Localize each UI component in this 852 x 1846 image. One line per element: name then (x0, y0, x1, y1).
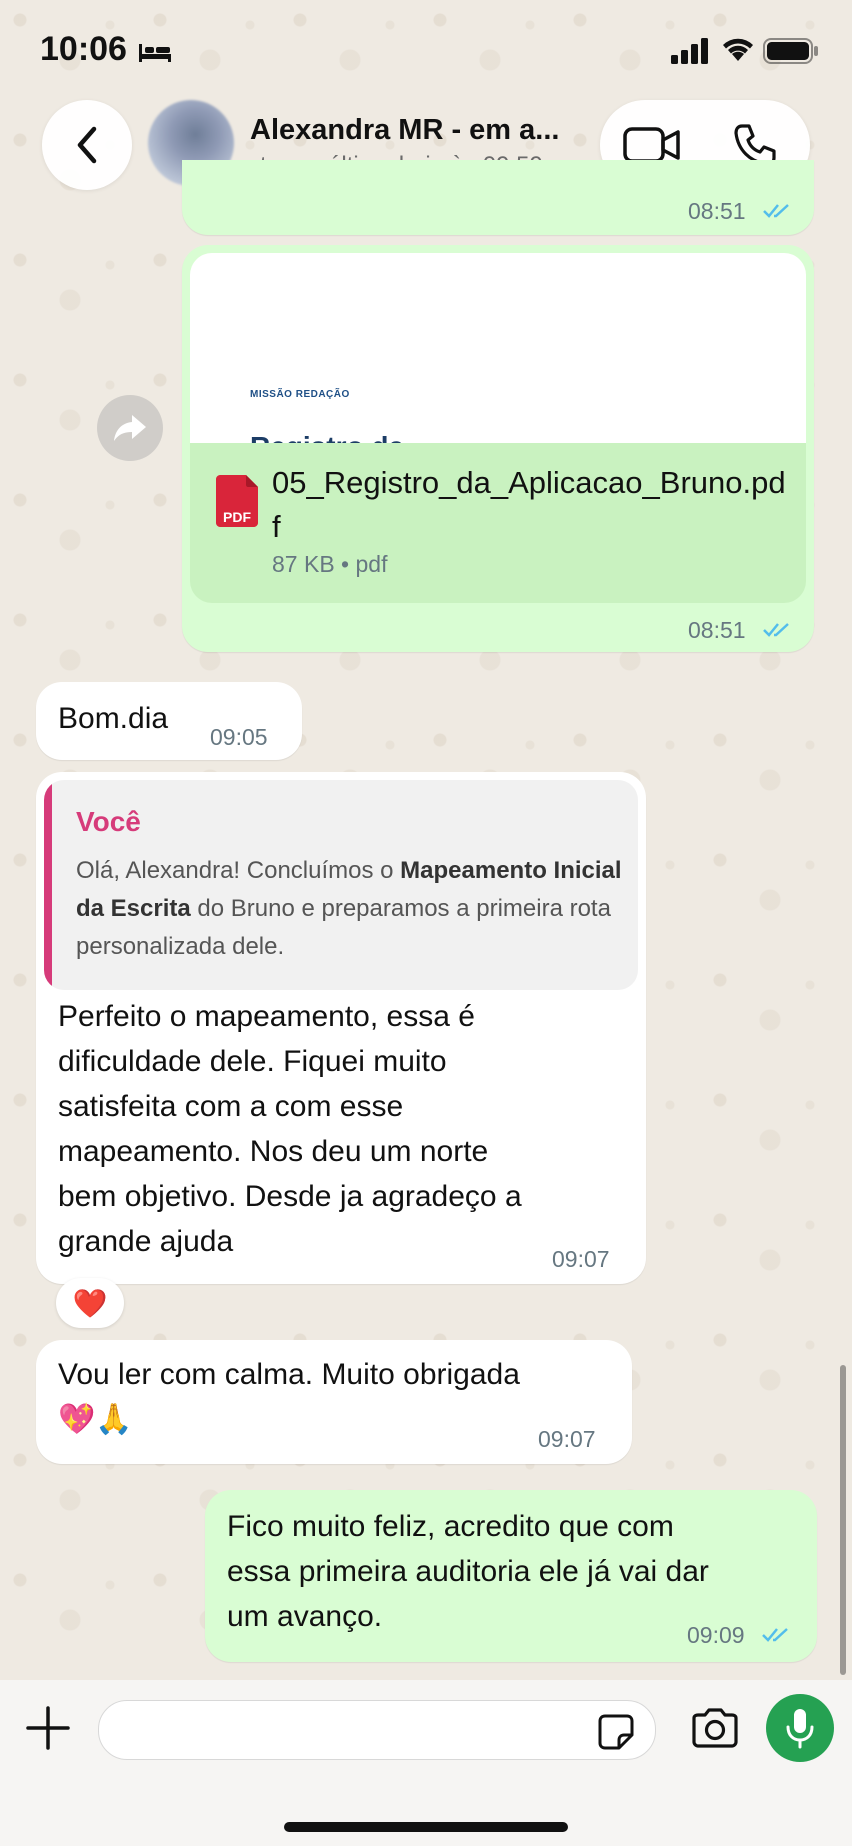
cellular-signal-icon (671, 38, 708, 64)
document-file-meta: 87 KB • pdf (272, 551, 388, 577)
message-time: 09:07 (538, 1426, 596, 1452)
document-preview[interactable]: MISSÃO REDAÇÃO Registro da (190, 253, 806, 449)
document-file-name: 05_Registro_da_Aplicacao_Bru­no.pdf (272, 465, 786, 544)
sticker-icon (598, 1714, 634, 1750)
video-call-icon (623, 127, 680, 163)
microphone-icon (786, 1709, 814, 1749)
message-composer (0, 1680, 852, 1846)
read-receipt-icon (763, 623, 789, 637)
message-text: Fico muito feliz, acredito que com essa … (227, 1510, 709, 1633)
quote-author: Você (76, 806, 141, 837)
message-time: 09:07 (552, 1246, 610, 1272)
message-time: 08:51 (688, 198, 746, 224)
incoming-message-bubble[interactable]: Bom.dia 09:05 (36, 682, 302, 760)
scrollbar[interactable] (840, 1365, 846, 1675)
forward-arrow-icon (114, 415, 146, 441)
message-input[interactable] (123, 1713, 577, 1746)
message-text: Perfeito o mapeamento, essa é dificuldad… (58, 1000, 522, 1258)
home-indicator[interactable] (284, 1822, 568, 1832)
message-text: Bom.dia (58, 702, 169, 735)
status-bar: 10:06 (0, 0, 852, 100)
document-info[interactable]: PDF 05_Registro_da_Aplicacao_Bru­no.pdf … (190, 443, 806, 603)
message-text: Vou ler com calma. Muito obrigada 💖🙏 (58, 1358, 520, 1436)
document-message-bubble[interactable]: MISSÃO REDAÇÃO Registro da PDF 05_Regist… (182, 245, 814, 652)
message-time: 09:05 (210, 724, 268, 750)
read-receipt-icon (763, 204, 789, 218)
message-time: 08:51 (688, 617, 746, 643)
message-time: 09:09 (687, 1622, 745, 1648)
bed-icon (139, 44, 171, 62)
camera-icon (692, 1708, 738, 1748)
outgoing-message-bubble[interactable]: Fico muito feliz, acredito que com essa … (205, 1490, 817, 1662)
battery-icon (763, 38, 818, 64)
status-clock: 10:06 (40, 30, 127, 68)
sticker-button[interactable] (597, 1713, 635, 1755)
pdf-badge-label: PDF (223, 509, 251, 525)
attach-button[interactable] (24, 1704, 72, 1752)
camera-button[interactable] (690, 1708, 740, 1752)
heart-reaction[interactable]: ❤️ (56, 1278, 124, 1328)
incoming-reply-bubble[interactable]: Você Olá, Alexandra! Concluímos o Mapeam… (36, 772, 646, 1284)
microphone-button[interactable] (766, 1694, 834, 1762)
back-button[interactable] (42, 100, 132, 190)
previous-message-bubble[interactable]: 08:51 (182, 160, 814, 235)
quote-accent-bar (44, 780, 52, 990)
back-chevron-icon (77, 126, 97, 164)
document-preview-header: MISSÃO REDAÇÃO (250, 389, 350, 400)
forward-button[interactable] (97, 395, 163, 461)
quoted-message[interactable]: Você Olá, Alexandra! Concluímos o Mapeam… (44, 780, 638, 990)
incoming-message-bubble[interactable]: Vou ler com calma. Muito obrigada 💖🙏 09:… (36, 1340, 632, 1464)
contact-name[interactable]: Alexandra MR - em a... (250, 114, 559, 147)
plus-icon (26, 1706, 70, 1750)
quote-text: Olá, Alexandra! Concluímos o Mapeamento … (76, 857, 622, 960)
message-input-box[interactable] (98, 1700, 656, 1760)
wifi-icon (723, 38, 753, 61)
read-receipt-icon (762, 1628, 788, 1642)
